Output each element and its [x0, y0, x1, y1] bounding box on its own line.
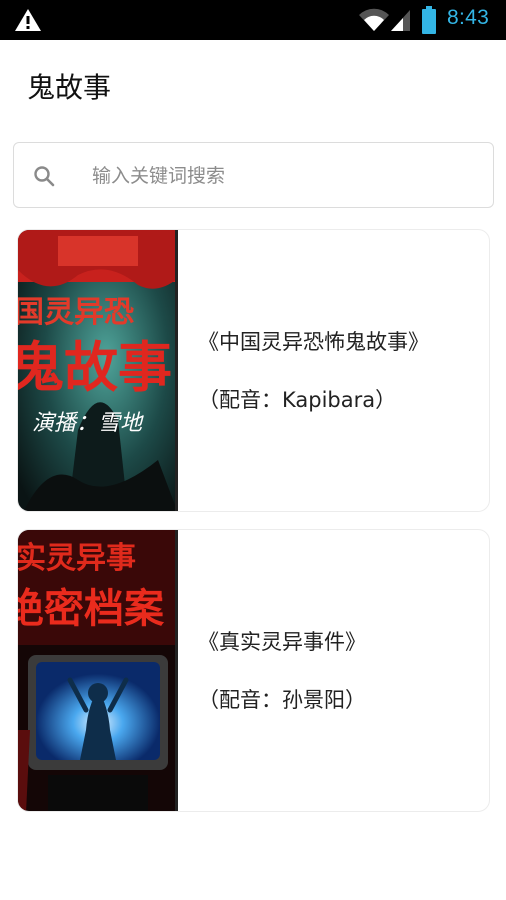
search-input[interactable] — [92, 159, 472, 193]
story-card[interactable]: 实灵异事 绝密档案 《真实灵异事件》 （配音：孙景阳） — [17, 529, 490, 812]
search-box[interactable] — [13, 142, 494, 208]
search-icon — [34, 166, 55, 187]
story-cover-image: 国灵异恐 鬼故事 演播：雪地 — [18, 230, 178, 511]
page-title: 鬼故事 — [27, 71, 112, 104]
wifi-icon — [359, 8, 389, 32]
status-bar: 8:43 — [0, 0, 506, 40]
cover-edge — [175, 530, 178, 811]
story-cover-image: 实灵异事 绝密档案 — [18, 530, 178, 811]
cover-text-line: 国灵异恐 — [18, 295, 134, 330]
story-card[interactable]: 国灵异恐 鬼故事 演播：雪地 《中国灵异恐怖鬼故事》 （配音：Kapibara） — [17, 229, 490, 512]
clock: 8:43 — [447, 6, 490, 29]
story-title: 《中国灵异恐怖鬼故事》 — [198, 330, 429, 354]
story-voice-actor: （配音：Kapibara） — [198, 388, 397, 412]
warning-icon — [15, 9, 41, 31]
signal-icon — [391, 10, 410, 31]
cover-text-line: 演播：雪地 — [32, 411, 144, 436]
cover-text-line: 绝密档案 — [18, 585, 165, 632]
story-voice-actor: （配音：孙景阳） — [198, 688, 366, 712]
story-title: 《真实灵异事件》 — [198, 630, 366, 654]
battery-icon — [422, 6, 436, 34]
cover-text-line: 实灵异事 — [18, 541, 136, 576]
cover-edge — [175, 230, 178, 511]
cover-text-line: 鬼故事 — [18, 335, 172, 399]
